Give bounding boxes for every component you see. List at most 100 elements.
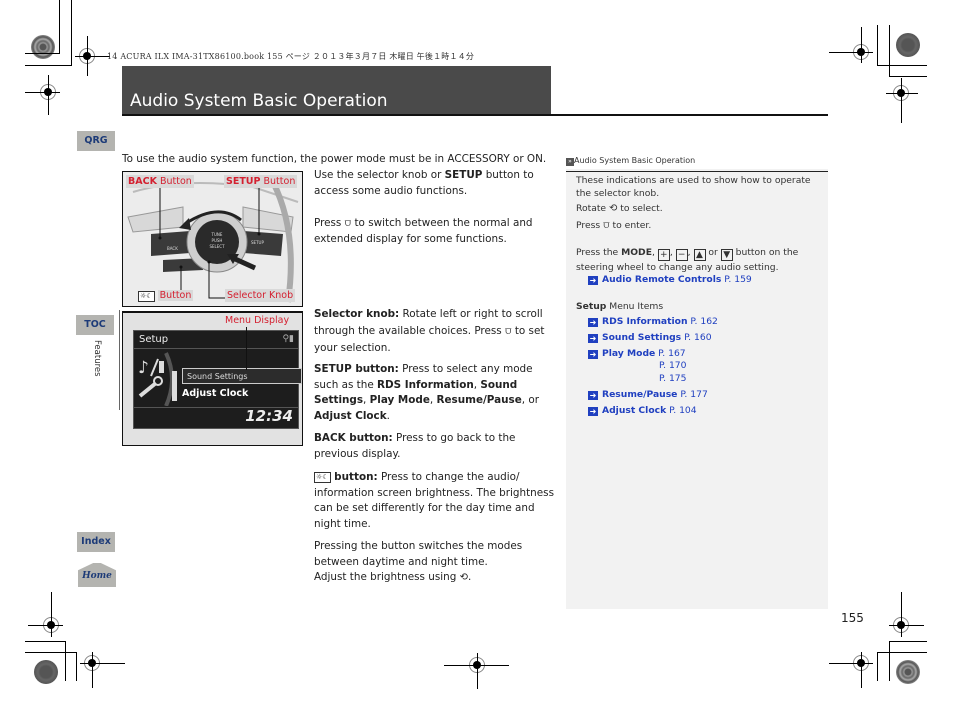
toc-tab[interactable]: TOC [76, 315, 114, 335]
link-label: Audio Remote Controls [602, 274, 722, 285]
sidebar-header-rule [566, 171, 828, 172]
control-panel-drawing: TUNE PUSH SELECT BACK SETUP [123, 172, 302, 306]
modes-text: Pressing the button switches the modes b… [314, 540, 523, 568]
print-header: 14 ACURA ILX IMA-31TX86100.book 155 ページ … [107, 52, 475, 61]
title-bar: Audio System Basic Operation [122, 66, 551, 115]
home-tab[interactable]: Home [78, 563, 116, 587]
registration-rosette-icon [896, 660, 920, 684]
section-rule [119, 310, 120, 410]
svg-text:PUSH: PUSH [212, 238, 223, 243]
link-page: P. 177 [680, 389, 708, 400]
note4-text: Press the [576, 247, 622, 258]
play-mode-link-page-3[interactable]: P. 175 [659, 372, 907, 385]
paragraph-press-knob: Press ⩌ to switch between the normal and… [314, 216, 554, 247]
selector-knob-title: Selector knob: [314, 308, 400, 320]
link-arrow-icon: ➜ [588, 318, 598, 327]
title-rule [122, 114, 828, 116]
resume-pause-link[interactable]: ➜ Resume/Pause P. 177 [588, 388, 836, 401]
usb-bluetooth-icon: ⚲▮ [282, 334, 294, 344]
audio-settings-icon: ♪ [138, 352, 177, 406]
callout-back-bold: BACK [128, 176, 157, 187]
link-label: Resume/Pause [602, 389, 678, 400]
control-panel-illustration: TUNE PUSH SELECT BACK SETUP BACK Button … [122, 171, 303, 307]
intro-text: To use the audio system function, the po… [122, 153, 547, 165]
link-label: Play Mode [602, 348, 656, 359]
lcd-menu-item-selected: Sound Settings [182, 368, 302, 384]
sidebar-note-1: These indications are used to show how t… [576, 175, 811, 199]
sidebar-header-text: Audio System Basic Operation [574, 156, 696, 165]
note3-text: Press [576, 220, 604, 231]
page-number: 155 [841, 611, 864, 625]
link-arrow-icon: ➜ [588, 334, 598, 343]
up-button-icon: ▲ [693, 249, 706, 261]
note3-text-end: to enter. [609, 220, 652, 231]
menu-display-callout: Menu Display [225, 315, 290, 326]
selector-knob-callout: Selector Knob [225, 289, 296, 302]
p1-setup-bold: SETUP [444, 169, 483, 181]
sound-settings-link[interactable]: ➜ Sound Settings P. 160 [588, 331, 836, 344]
note2-text-end: to select. [617, 203, 663, 214]
sidebar-note-2: Rotate ⟲ to select. [576, 202, 824, 215]
minus-button-icon: − [675, 249, 688, 261]
link-page: P. 159 [724, 274, 752, 285]
setup-item-rds: RDS Information [377, 378, 474, 391]
menu-display-leader [246, 327, 247, 370]
brightness-button-title: button: [330, 471, 378, 483]
link-arrow-icon: ➜ [588, 350, 598, 359]
setup-button-description: SETUP button: Press to select any mode s… [314, 363, 540, 422]
setup-button-callout: SETUP Button [224, 175, 298, 188]
page-title: Audio System Basic Operation [130, 91, 388, 111]
double-arrow-icon: » [566, 158, 574, 166]
lcd-screen: Setup ⚲▮ ♪ Sound Settings Adjust Clock 1… [133, 330, 302, 429]
index-tab[interactable]: Index [77, 532, 115, 552]
qrg-tab[interactable]: QRG [77, 131, 115, 151]
play-mode-link-page-2[interactable]: P. 170 [659, 359, 907, 372]
adjust-clock-link[interactable]: ➜ Adjust Clock P. 104 [588, 404, 836, 417]
sidebar-note-3: Press ⩌ to enter. [576, 219, 824, 232]
link-page: P. 104 [669, 405, 697, 416]
callout-setup-rest: Button [260, 176, 296, 187]
callout-brightness-label: Button [157, 290, 194, 301]
down-button-icon: ▼ [720, 249, 733, 261]
setup-button-title: SETUP button: [314, 363, 399, 375]
setup-item-play: Play Mode [369, 394, 430, 406]
setup-item-resume: Resume/Pause [436, 394, 522, 406]
svg-text:TUNE: TUNE [211, 232, 223, 237]
p1-text: Use the selector knob or [314, 169, 445, 181]
lcd-title: Setup ⚲▮ [134, 331, 298, 349]
rds-information-link[interactable]: ➜ RDS Information P. 162 [588, 315, 836, 328]
setup-heading-rest: Menu Items [606, 301, 664, 312]
svg-text:SELECT: SELECT [209, 244, 225, 249]
or-text: or [708, 247, 718, 258]
link-page: P. 167 [658, 348, 686, 359]
section-label: Features [92, 340, 102, 377]
brightness-button-description: ☼☾ button: Press to change the audio/ in… [314, 470, 554, 532]
adjust-text: Adjust the brightness using [314, 571, 460, 583]
back-button-description: BACK button: Press to go back to the pre… [314, 431, 554, 462]
setup-menu-items-heading: Setup Menu Items [576, 300, 824, 313]
audio-remote-controls-link[interactable]: ➜ Audio Remote Controls P. 159 [588, 273, 836, 286]
lcd-title-text: Setup [139, 334, 169, 345]
link-label: Sound Settings [602, 332, 682, 343]
link-label: Adjust Clock [602, 405, 667, 416]
link-page: P. 162 [690, 316, 718, 327]
callout-back-rest: Button [156, 176, 192, 187]
p2-text: Press [314, 217, 345, 229]
svg-text:SETUP: SETUP [251, 240, 264, 245]
registration-rosette-icon [34, 660, 58, 684]
link-arrow-icon: ➜ [588, 276, 598, 285]
brightness-button-callout: ☼☾ Button [136, 289, 195, 302]
sidebar-note-panel: » Audio System Basic Operation These indi… [566, 153, 828, 609]
selector-knob-description: Selector knob: Rotate left or right to s… [314, 306, 554, 357]
registration-rosette-icon [896, 33, 920, 57]
back-button-callout: BACK Button [126, 175, 194, 188]
sidebar-note-4: Press the MODE, +, −, ▲ or ▼ button on t… [576, 247, 799, 273]
brightness-modes-text: Pressing the button switches the modes b… [314, 539, 554, 586]
svg-text:BACK: BACK [167, 246, 178, 251]
lcd-menu-item: Adjust Clock [182, 388, 249, 399]
adjust-text-end: . [468, 571, 472, 583]
callout-setup-bold: SETUP [226, 176, 261, 187]
mode-button-label: MODE [621, 247, 652, 258]
sidebar-header: » Audio System Basic Operation [566, 153, 828, 169]
adjust-brightness-line: Adjust the brightness using ⟲. [314, 570, 554, 586]
